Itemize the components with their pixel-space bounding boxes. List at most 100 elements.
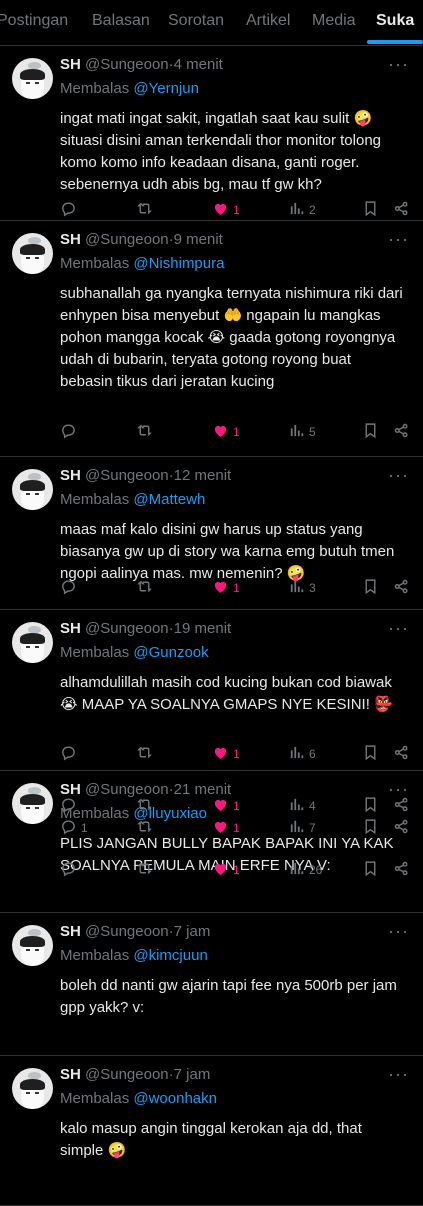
bookmark-button[interactable] xyxy=(362,860,379,880)
user-handle[interactable]: @Sungeoon xyxy=(85,923,169,940)
display-name[interactable]: SH xyxy=(60,1066,81,1083)
bookmark-button[interactable] xyxy=(362,744,379,764)
timestamp[interactable]: 19 menit xyxy=(174,620,232,637)
retweet-button[interactable] xyxy=(136,422,153,442)
avatar-hair xyxy=(20,69,45,80)
views-button[interactable]: 4 xyxy=(288,796,316,816)
views-button[interactable]: 3 xyxy=(288,578,316,598)
share-button[interactable] xyxy=(393,818,410,838)
like-button[interactable]: 1 xyxy=(212,744,240,764)
more-icon[interactable]: ··· xyxy=(388,1064,409,1085)
more-icon[interactable]: ··· xyxy=(388,54,409,75)
reply-to-handle[interactable]: @woonhakn xyxy=(133,1090,217,1107)
more-icon[interactable]: ··· xyxy=(388,921,409,942)
replying-to: Membalas @Mattewh xyxy=(60,491,205,508)
like-button[interactable]: 1 xyxy=(212,860,240,880)
timestamp[interactable]: 12 menit xyxy=(174,467,232,484)
tweet[interactable]: SH @Sungeoon·19 menit ··· Membalas @Gunzoo… xyxy=(0,610,423,771)
display-name[interactable]: SH xyxy=(60,620,81,637)
tab-postingan[interactable]: Postingan xyxy=(0,12,68,30)
tab-artikel[interactable]: Artikel xyxy=(246,12,290,30)
reply-button[interactable] xyxy=(60,200,81,220)
reply-button[interactable] xyxy=(60,744,81,764)
retweet-button[interactable] xyxy=(136,796,153,816)
bookmark-button[interactable] xyxy=(362,422,379,442)
avatar[interactable] xyxy=(12,469,53,510)
share-button[interactable] xyxy=(393,200,410,220)
views-button[interactable]: 2 xyxy=(288,200,316,220)
timestamp[interactable]: 4 menit xyxy=(174,56,223,73)
tweet[interactable]: SH @Sungeoon·7 jam ··· Membalas @kimcjuun b… xyxy=(0,819,423,1056)
tab-balasan[interactable]: Balasan xyxy=(92,12,150,30)
reply-button[interactable] xyxy=(60,578,81,598)
user-handle[interactable]: @Sungeoon xyxy=(85,231,169,248)
avatar[interactable] xyxy=(12,622,53,663)
more-icon[interactable]: ··· xyxy=(388,229,409,250)
views-button[interactable]: 5 xyxy=(288,422,316,442)
reply-to-handle[interactable]: @kimcjuun xyxy=(133,947,207,964)
tweet[interactable]: SH @Sungeoon·12 menit ··· Membalas @Mattew… xyxy=(0,457,423,610)
timestamp[interactable]: 7 jam xyxy=(174,1066,211,1083)
avatar[interactable] xyxy=(12,233,53,274)
like-button[interactable]: 1 xyxy=(212,422,240,442)
user-handle[interactable]: @Sungeoon xyxy=(85,56,169,73)
tweet[interactable]: SH @Sungeoon·21 menit ··· Membalas @lluyux… xyxy=(0,771,423,913)
retweet-button[interactable] xyxy=(136,744,153,764)
share-button[interactable] xyxy=(393,860,410,880)
reply-button[interactable]: 1 xyxy=(60,818,88,838)
more-icon[interactable]: ··· xyxy=(388,618,409,639)
display-name[interactable]: SH xyxy=(60,56,81,73)
share-button[interactable] xyxy=(393,796,410,816)
display-name[interactable]: SH xyxy=(60,467,81,484)
share-button[interactable] xyxy=(393,578,410,598)
avatar[interactable] xyxy=(12,58,53,99)
like-button[interactable]: 1 xyxy=(212,818,240,838)
share-button[interactable] xyxy=(393,422,410,442)
view-count: 26 xyxy=(309,863,323,877)
reply-to-handle[interactable]: @Gunzook xyxy=(133,644,208,661)
timestamp[interactable]: 9 menit xyxy=(174,231,223,248)
user-handle[interactable]: @Sungeoon xyxy=(85,467,169,484)
retweet-button[interactable] xyxy=(136,818,153,838)
display-name[interactable]: SH xyxy=(60,231,81,248)
reply-to-handle[interactable]: @Yernjun xyxy=(133,80,199,97)
retweet-button[interactable] xyxy=(136,578,153,598)
reply-button[interactable] xyxy=(60,422,81,442)
like-button[interactable]: 1 xyxy=(212,796,240,816)
bookmark-button[interactable] xyxy=(362,578,379,598)
bookmark-button[interactable] xyxy=(362,796,379,816)
view-count: 4 xyxy=(309,799,316,813)
retweet-button[interactable] xyxy=(136,860,153,880)
reply-to-handle[interactable]: @Mattewh xyxy=(133,491,205,508)
bookmark-button[interactable] xyxy=(362,818,379,838)
timestamp[interactable]: 7 jam xyxy=(174,923,211,940)
retweet-button[interactable] xyxy=(136,200,153,220)
bird-icon xyxy=(28,787,41,794)
avatar[interactable] xyxy=(12,1068,53,1109)
bookmark-button[interactable] xyxy=(362,200,379,220)
retweet-icon xyxy=(136,796,153,816)
views-button[interactable]: 6 xyxy=(288,744,316,764)
tab-suka[interactable]: Suka xyxy=(376,12,414,30)
like-button[interactable]: 1 xyxy=(212,578,240,598)
avatar[interactable] xyxy=(12,783,53,824)
tab-media[interactable]: Media xyxy=(312,12,356,30)
user-handle[interactable]: @Sungeoon xyxy=(85,620,169,637)
tweet[interactable]: SH @Sungeoon·7 jam ··· Membalas @woonhakn k… xyxy=(0,861,423,1206)
share-button[interactable] xyxy=(393,744,410,764)
display-name[interactable]: SH xyxy=(60,923,81,940)
avatar[interactable] xyxy=(12,925,53,966)
more-icon[interactable]: ··· xyxy=(388,465,409,486)
avatar-hair xyxy=(20,244,45,255)
avatar-eye xyxy=(35,646,39,648)
views-button[interactable]: 7 xyxy=(288,818,316,838)
reply-button[interactable] xyxy=(60,860,81,880)
reply-to-handle[interactable]: @Nishimpura xyxy=(133,255,224,272)
like-button[interactable]: 1 xyxy=(212,200,240,220)
user-handle[interactable]: @Sungeoon xyxy=(85,1066,169,1083)
views-button[interactable]: 26 xyxy=(288,860,322,880)
tweet[interactable]: SH @Sungeoon·4 menit ··· Membalas @Yernjun… xyxy=(0,46,423,221)
reply-button[interactable] xyxy=(60,796,81,816)
tab-sorotan[interactable]: Sorotan xyxy=(168,12,224,30)
tweet[interactable]: SH @Sungeoon·9 menit ··· Membalas @Nishimp… xyxy=(0,221,423,457)
